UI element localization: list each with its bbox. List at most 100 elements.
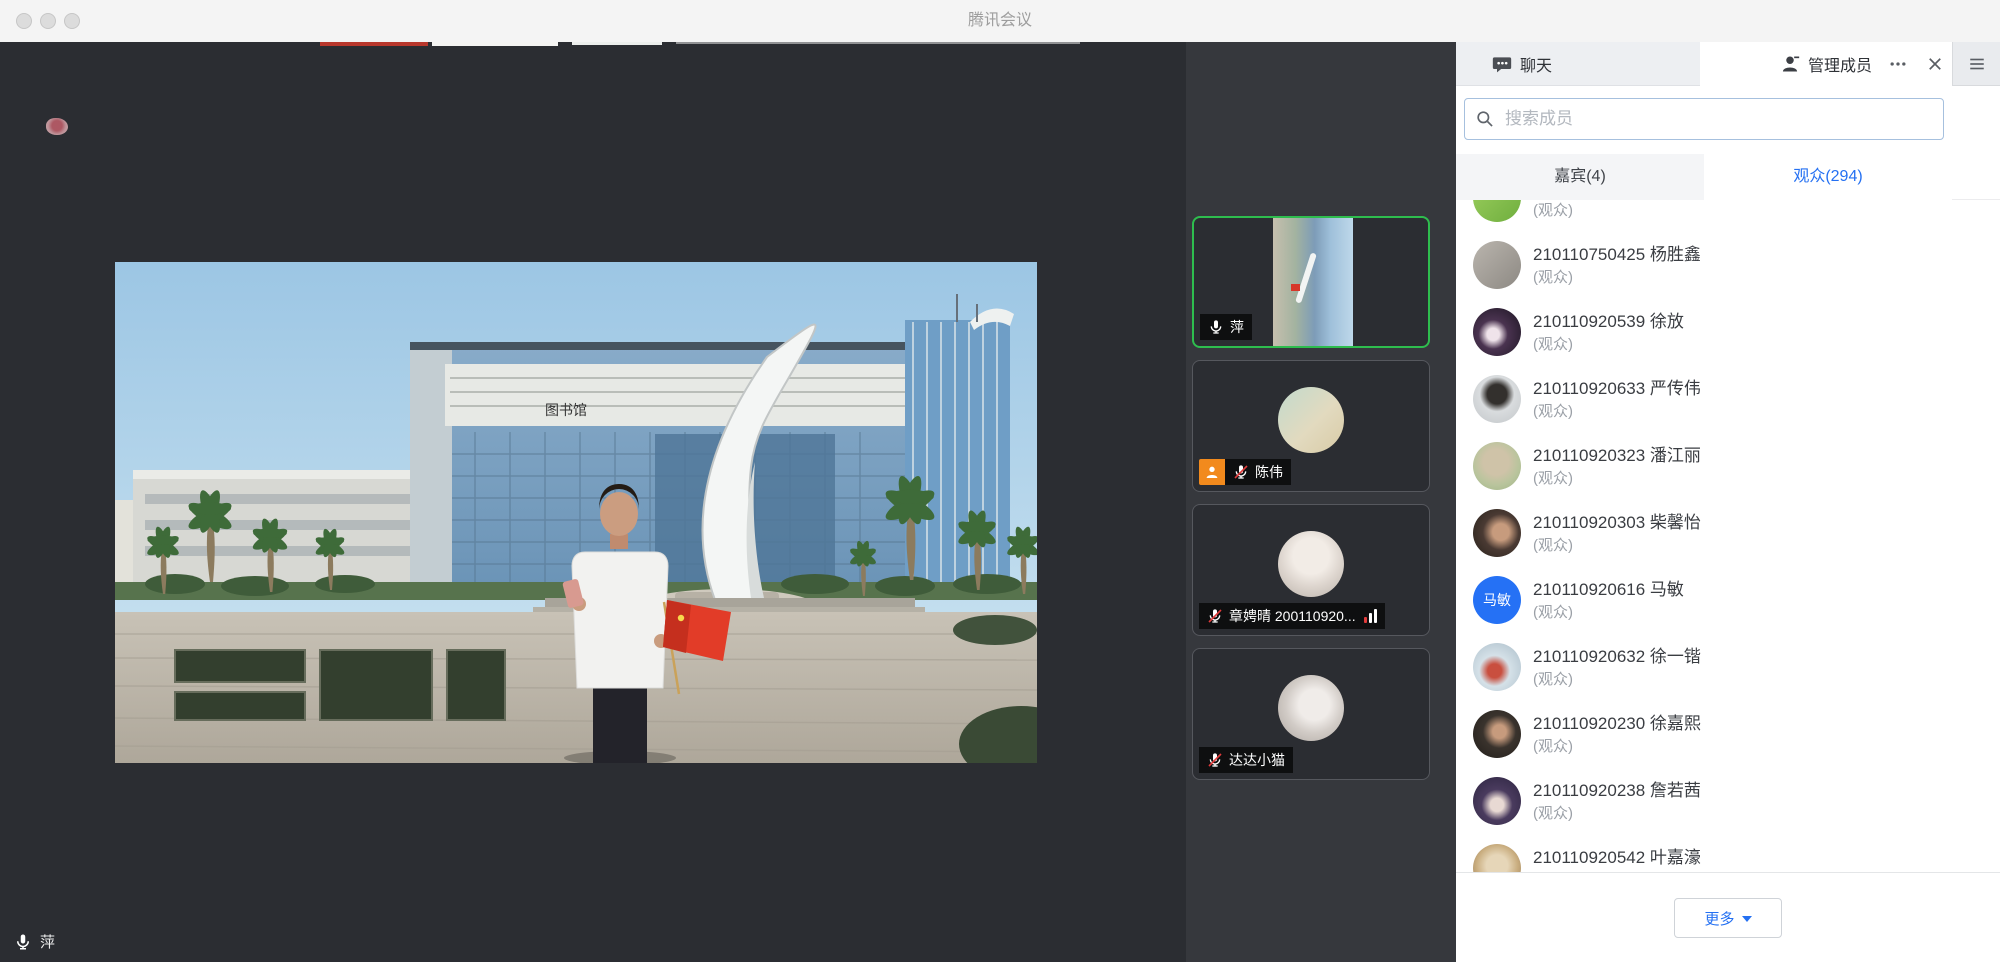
member-role: (观众): [1533, 467, 1573, 488]
member-name: 210110920230 徐嘉熙: [1533, 709, 1701, 734]
tab-members-label: 管理成员: [1808, 52, 1872, 76]
stage-top-artifact: [320, 42, 428, 46]
caret-down-icon: [1742, 916, 1752, 927]
stage-top-artifact: [676, 42, 1080, 44]
member-person-icon: [1780, 54, 1800, 74]
member-name: 210110920323 潘江丽: [1533, 441, 1701, 466]
panel-actions: [1888, 42, 1944, 86]
member-avatar: [1473, 509, 1521, 557]
thumbnail-label: 达达小猫: [1199, 747, 1293, 773]
stage-top-artifact: [432, 42, 558, 46]
member-name: 210110920303 柴馨怡: [1533, 508, 1701, 533]
role-subtabs: 嘉宾(4) 观众(294): [1456, 154, 2000, 200]
stage-top-artifact: [572, 42, 662, 45]
more-members-label: 更多: [1704, 908, 1734, 929]
member-avatar: [1473, 643, 1521, 691]
more-members-button[interactable]: 更多: [1674, 898, 1782, 938]
member-avatar: [1473, 375, 1521, 423]
thumbnail-name: 达达小猫: [1229, 750, 1285, 770]
member-avatar: [1473, 777, 1521, 825]
subtab-audience[interactable]: 观众(294): [1704, 154, 1952, 200]
subtab-guests[interactable]: 嘉宾(4): [1456, 154, 1704, 200]
tab-chat[interactable]: 聊天: [1456, 42, 1700, 86]
side-panel: 聊天 管理成员: [1456, 42, 2000, 962]
member-role: (观众): [1533, 200, 1573, 220]
video-thumbnail[interactable]: 章娉晴 200110920...: [1192, 504, 1430, 636]
member-list: (观众) 210110750425 杨胜鑫 (观众) 210110920539 …: [1456, 200, 2000, 872]
member-role: (观众): [1533, 802, 1573, 823]
thumbnail-label: 萍: [1200, 314, 1252, 340]
mic-icon: [1208, 319, 1224, 335]
member-name: 210110920632 徐一锴: [1533, 642, 1701, 667]
member-role: (观众): [1533, 333, 1573, 354]
thumbnail-column: 萍 陈伟: [1186, 42, 1456, 962]
member-row[interactable]: 210110920633 严传伟 (观众): [1456, 365, 2000, 432]
member-search-input[interactable]: [1503, 108, 1933, 130]
mic-icon: [1207, 608, 1223, 624]
member-role: (观众): [1533, 266, 1573, 287]
thumbnail-label: 陈伟: [1199, 459, 1291, 485]
member-row[interactable]: 210110750425 杨胜鑫 (观众): [1456, 231, 2000, 298]
stage-speaker-name: 萍: [40, 931, 55, 952]
member-row[interactable]: 210110920238 詹若茜 (观众): [1456, 767, 2000, 834]
member-row[interactable]: 210110920632 徐一锴 (观众): [1456, 633, 2000, 700]
panel-footer: 更多: [1456, 872, 2000, 962]
stage-speaker-label: 萍: [14, 931, 55, 952]
member-name: 210110920633 严传伟: [1533, 374, 1701, 399]
member-row[interactable]: 210110920539 徐放 (观众): [1456, 298, 2000, 365]
member-row[interactable]: (观众): [1456, 200, 2000, 231]
panel-menu-toggle[interactable]: [1952, 42, 2000, 86]
member-search-box: [1464, 98, 1944, 140]
mic-on-icon: [14, 933, 32, 951]
close-panel-icon[interactable]: [1926, 55, 1944, 73]
member-role: (观众): [1533, 400, 1573, 421]
video-thumbnail[interactable]: 达达小猫: [1192, 648, 1430, 780]
thumbnail-name: 萍: [1230, 317, 1244, 337]
member-avatar: 马敏: [1473, 576, 1521, 624]
menu-icon: [1968, 56, 1986, 72]
member-name: 210110920616 马敏: [1533, 575, 1684, 600]
member-avatar: [1473, 200, 1521, 222]
thumbnail-label: 章娉晴 200110920...: [1199, 603, 1385, 629]
member-role: (观众): [1533, 735, 1573, 756]
rose-watermark-icon: [46, 118, 68, 135]
video-thumbnail[interactable]: 萍: [1192, 216, 1430, 348]
search-icon: [1475, 109, 1495, 129]
member-name: 210110920542 叶嘉濠: [1533, 843, 1701, 868]
building-sign: 图书馆: [545, 402, 587, 418]
member-avatar: [1473, 308, 1521, 356]
thumbnail-avatar: [1278, 531, 1344, 597]
member-row[interactable]: 210110920303 柴馨怡 (观众): [1456, 499, 2000, 566]
member-row[interactable]: 210110920323 潘江丽 (观众): [1456, 432, 2000, 499]
member-avatar: [1473, 844, 1521, 872]
thumbnail-name: 陈伟: [1255, 462, 1283, 482]
member-row[interactable]: 210110920542 叶嘉濠 (观众): [1456, 834, 2000, 872]
main-stage: 图书馆: [0, 42, 1186, 962]
more-options-icon[interactable]: [1888, 54, 1908, 74]
tencent-meeting-window: 腾讯会议: [0, 0, 2000, 962]
member-avatar: [1473, 241, 1521, 289]
thumbnail-avatar: [1278, 675, 1344, 741]
raise-hand-badge-icon: [1199, 459, 1225, 485]
campus-video-scene: 图书馆: [115, 262, 1037, 763]
thumbnail-video: [1273, 218, 1353, 346]
member-row[interactable]: 210110920230 徐嘉熙 (观众): [1456, 700, 2000, 767]
video-thumbnail[interactable]: 陈伟: [1192, 360, 1430, 492]
member-row[interactable]: 马敏 210110920616 马敏 (观众): [1456, 566, 2000, 633]
member-role: (观众): [1533, 668, 1573, 689]
member-name: 210110920539 徐放: [1533, 307, 1684, 332]
member-avatar: [1473, 710, 1521, 758]
member-role: (观众): [1533, 601, 1573, 622]
member-avatar: [1473, 442, 1521, 490]
titlebar: 腾讯会议: [0, 0, 2000, 43]
mic-icon: [1233, 464, 1249, 480]
chat-bubble-icon: [1492, 54, 1512, 74]
signal-strength-icon: [1364, 609, 1377, 623]
member-role: (观众): [1533, 534, 1573, 555]
thumbnail-avatar: [1278, 387, 1344, 453]
thumbnail-name: 章娉晴 200110920...: [1229, 606, 1356, 626]
member-name: 210110750425 杨胜鑫: [1533, 240, 1701, 265]
mic-icon: [1207, 752, 1223, 768]
window-title: 腾讯会议: [0, 0, 2000, 42]
tab-chat-label: 聊天: [1520, 52, 1552, 76]
